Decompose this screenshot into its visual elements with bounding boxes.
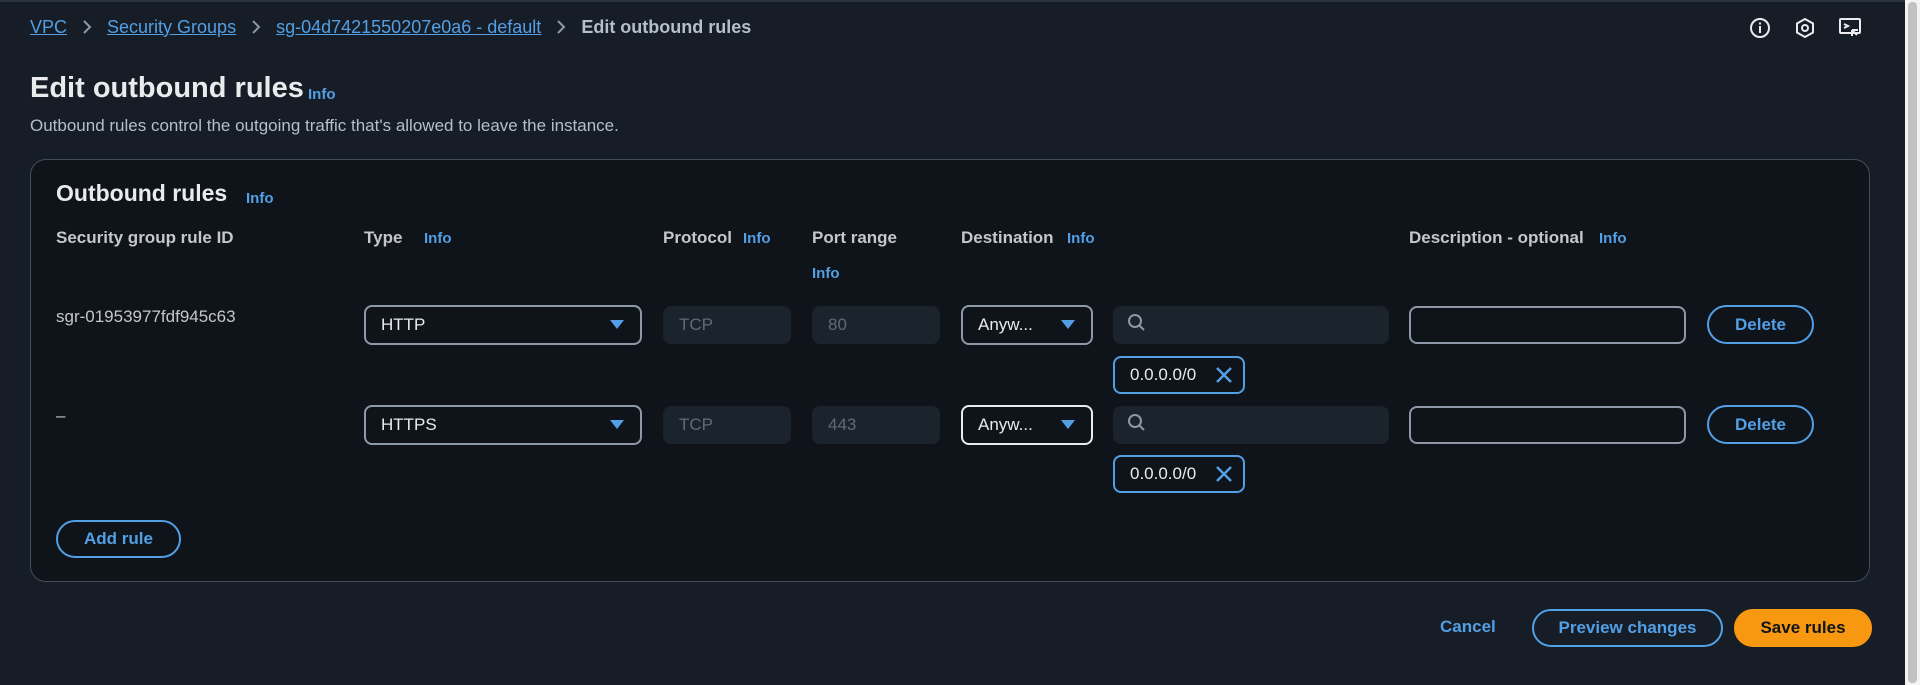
- type-info-link[interactable]: Info: [424, 230, 452, 247]
- chevron-right-icon: [251, 19, 261, 35]
- scrollbar[interactable]: [1905, 0, 1920, 685]
- type-select-value: HTTPS: [381, 415, 437, 434]
- port-range-input: 443: [812, 406, 940, 444]
- cidr-token: 0.0.0.0/0: [1113, 455, 1245, 493]
- breadcrumb-vpc[interactable]: VPC: [30, 17, 67, 38]
- type-select[interactable]: HTTPS: [364, 405, 642, 445]
- search-icon: [1127, 313, 1147, 338]
- destination-select[interactable]: Anyw...: [961, 305, 1093, 345]
- breadcrumb: VPC Security Groups sg-04d7421550207e0a6…: [30, 17, 751, 37]
- monitor-feedback-icon[interactable]: [1838, 16, 1862, 40]
- cidr-token: 0.0.0.0/0: [1113, 356, 1245, 394]
- chevron-right-icon: [82, 19, 92, 35]
- column-header-description: Description - optional: [1409, 228, 1584, 247]
- destination-info-link[interactable]: Info: [1067, 230, 1095, 247]
- caret-down-icon: [1061, 420, 1075, 429]
- cidr-token-label: 0.0.0.0/0: [1130, 365, 1197, 384]
- breadcrumb-security-group[interactable]: sg-04d7421550207e0a6 - default: [276, 17, 541, 38]
- delete-button[interactable]: Delete: [1707, 405, 1814, 444]
- protocol-input: TCP: [663, 406, 791, 444]
- type-select-value: HTTP: [381, 315, 426, 334]
- breadcrumb-current: Edit outbound rules: [581, 16, 752, 37]
- protocol-info-link[interactable]: Info: [743, 230, 771, 247]
- panel-info-link[interactable]: Info: [246, 190, 274, 207]
- description-info-link[interactable]: Info: [1599, 230, 1627, 247]
- cidr-token-label: 0.0.0.0/0: [1130, 464, 1197, 483]
- destination-select-value: Anyw...: [978, 415, 1033, 434]
- page-info-link[interactable]: Info: [308, 86, 336, 103]
- close-icon[interactable]: [1215, 366, 1233, 384]
- hexagon-settings-icon[interactable]: [1793, 16, 1817, 40]
- rule-id: –: [56, 406, 66, 425]
- chevron-right-icon: [556, 19, 566, 35]
- column-header-port-range: Port range: [812, 228, 898, 247]
- port-range-input: 80: [812, 306, 940, 344]
- preview-changes-button[interactable]: Preview changes: [1532, 609, 1723, 647]
- rule-id: sgr-01953977fdf945c63: [56, 307, 236, 326]
- cancel-button[interactable]: Cancel: [1440, 617, 1496, 637]
- protocol-input: TCP: [663, 306, 791, 344]
- description-input[interactable]: [1409, 306, 1686, 344]
- panel-title: Outbound rules: [56, 180, 228, 206]
- save-rules-button[interactable]: Save rules: [1734, 609, 1872, 647]
- scrollbar-thumb[interactable]: [1908, 2, 1917, 683]
- caret-down-icon: [610, 320, 624, 329]
- close-icon[interactable]: [1215, 465, 1233, 483]
- info-circle-icon[interactable]: [1748, 16, 1772, 40]
- search-icon: [1127, 413, 1147, 438]
- page-description: Outbound rules control the outgoing traf…: [30, 116, 619, 135]
- column-header-type: Type: [364, 228, 403, 247]
- destination-select[interactable]: Anyw...: [961, 405, 1093, 445]
- port-range-info-link[interactable]: Info: [812, 265, 840, 282]
- destination-select-value: Anyw...: [978, 315, 1033, 334]
- cidr-search-input[interactable]: [1113, 306, 1389, 344]
- caret-down-icon: [610, 420, 624, 429]
- header-icons: [1748, 16, 1862, 40]
- top-border: [0, 0, 1905, 2]
- type-select[interactable]: HTTP: [364, 305, 642, 345]
- breadcrumb-security-groups[interactable]: Security Groups: [107, 17, 236, 38]
- outbound-rules-panel: [30, 159, 1870, 582]
- caret-down-icon: [1061, 320, 1075, 329]
- column-header-rule-id: Security group rule ID: [56, 228, 234, 247]
- description-input[interactable]: [1409, 406, 1686, 444]
- add-rule-button[interactable]: Add rule: [56, 520, 181, 558]
- cidr-search-input[interactable]: [1113, 406, 1389, 444]
- delete-button[interactable]: Delete: [1707, 305, 1814, 344]
- page-title: Edit outbound rules: [30, 72, 304, 104]
- column-header-protocol: Protocol: [663, 228, 732, 247]
- column-header-destination: Destination: [961, 228, 1054, 247]
